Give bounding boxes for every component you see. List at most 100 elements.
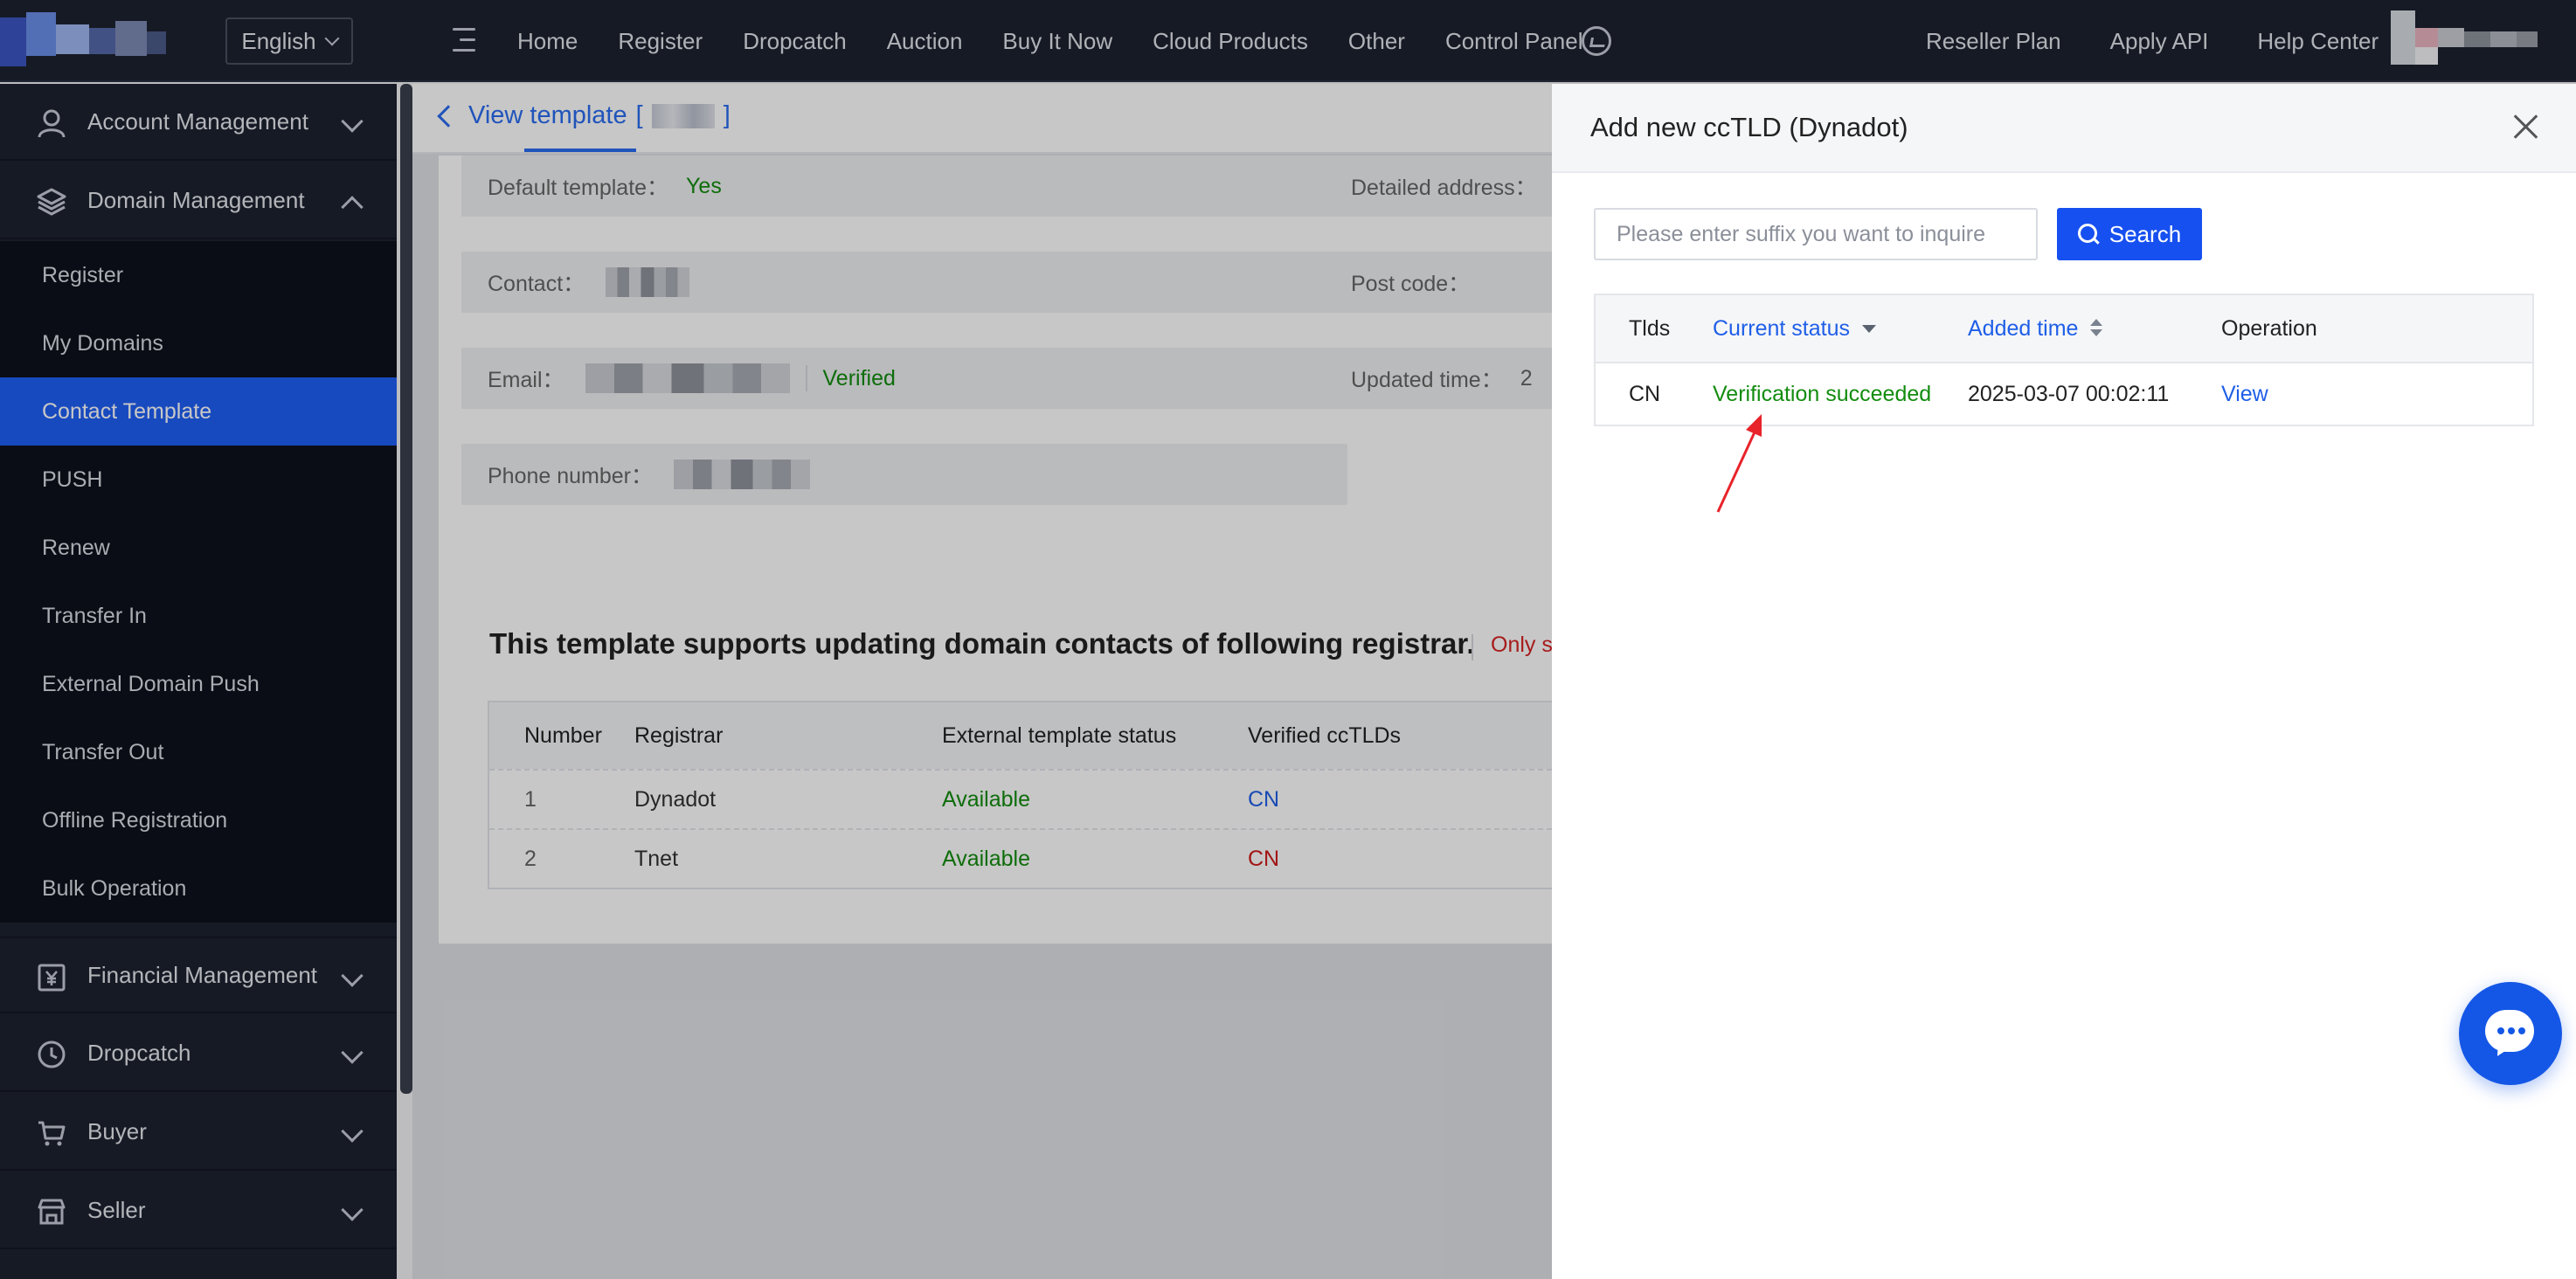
nav-cloud-products[interactable]: Cloud Products <box>1153 28 1308 55</box>
chevron-up-icon <box>341 196 364 218</box>
sidebar-scrollbar[interactable] <box>400 84 412 1094</box>
sidebar-item-account[interactable]: Account Management <box>0 84 397 161</box>
site-logo[interactable] <box>0 12 166 68</box>
close-icon[interactable] <box>2513 114 2539 140</box>
chevron-down-icon <box>341 110 364 133</box>
submenu-push[interactable]: PUSH <box>0 446 397 514</box>
registrar-support-card: This template supports updating domain c… <box>439 582 1552 944</box>
language-label: English <box>241 27 316 54</box>
view-link[interactable]: View <box>2221 363 2268 425</box>
language-select[interactable]: English <box>225 17 353 65</box>
add-cctld-drawer: Add new ccTLD (Dynadot) Search Tlds Curr… <box>1552 84 2576 1279</box>
main-nav: Home Register Dropcatch Auction Buy It N… <box>517 0 1623 82</box>
section-note: Only stat <box>1472 633 1552 660</box>
nav-other[interactable]: Other <box>1348 28 1405 55</box>
nav-buy-it-now[interactable]: Buy It Now <box>1002 28 1112 55</box>
nav-right: Reseller Plan Apply API Help Center <box>1926 0 2427 82</box>
col-tlds: Tlds <box>1629 315 1671 341</box>
sidebar-item-buyer[interactable]: Buyer <box>0 1094 397 1171</box>
sidebar-item-seller[interactable]: Seller <box>0 1172 397 1249</box>
table-header: Tlds Current status Added time Operation <box>1596 295 2532 363</box>
table-row: 2 Tnet Available CN <box>489 828 1552 888</box>
cell-number: 2 <box>524 846 537 871</box>
layers-icon <box>37 188 66 216</box>
sidebar-item-label: Domain Management <box>87 186 305 213</box>
field-default-template: Default template： Yes <box>461 156 1347 217</box>
submenu-contact-template[interactable]: Contact Template <box>0 377 397 446</box>
field-contact: Contact： <box>461 252 1347 313</box>
submenu-register[interactable]: Register <box>0 241 397 309</box>
search-button[interactable]: Search <box>2057 208 2202 260</box>
top-navbar: English Home Register Dropcatch Auction … <box>0 0 2576 82</box>
nav-home[interactable]: Home <box>517 28 578 55</box>
submenu-transfer-out[interactable]: Transfer Out <box>0 718 397 786</box>
table-header: Number Registrar External template statu… <box>489 702 1552 769</box>
field-label: Contact： <box>488 272 585 296</box>
col-current-status[interactable]: Current status <box>1713 295 1877 362</box>
domain-submenu: Register My Domains Contact Template PUS… <box>0 241 397 923</box>
cart-buyer-icon <box>38 1121 66 1146</box>
email-verified-badge: Verified <box>822 365 896 391</box>
cell-cctlds-link[interactable]: CN <box>1248 787 1279 812</box>
drawer-title: Add new ccTLD (Dynadot) <box>1590 112 1908 142</box>
field-updated-time: Updated time： 2 <box>1325 348 1552 409</box>
submenu-external-domain-push[interactable]: External Domain Push <box>0 650 397 718</box>
nav-apply-api[interactable]: Apply API <box>2110 28 2209 55</box>
section-title: This template supports updating domain c… <box>489 627 1475 660</box>
submenu-renew[interactable]: Renew <box>0 514 397 582</box>
filter-down-icon[interactable] <box>1862 324 1877 333</box>
user-avatar[interactable] <box>2391 10 2539 65</box>
cctld-table: Tlds Current status Added time Operation… <box>1594 294 2534 426</box>
template-name-redacted <box>651 103 715 128</box>
search-button-label: Search <box>2109 220 2182 247</box>
breadcrumb[interactable]: View template [] <box>437 101 731 130</box>
field-value: Yes <box>686 173 722 198</box>
annotation-arrow-icon <box>1716 414 1762 513</box>
suffix-search-input[interactable] <box>1594 208 2038 260</box>
field-phone: Phone number： <box>461 444 1347 505</box>
submenu-offline-registration[interactable]: Offline Registration <box>0 786 397 854</box>
yen-icon <box>38 964 66 992</box>
cell-tld: CN <box>1629 381 1661 406</box>
sidebar-item-domain[interactable]: Domain Management <box>0 162 397 239</box>
menu-toggle-icon[interactable] <box>453 24 482 56</box>
store-icon <box>38 1199 66 1225</box>
sidebar-item-label: Dropcatch <box>87 1039 191 1066</box>
breadcrumb-title: View template <box>468 101 627 129</box>
submenu-my-domains[interactable]: My Domains <box>0 309 397 377</box>
col-registrar: Registrar <box>634 722 724 748</box>
search-icon <box>2077 224 2099 245</box>
back-arrow-icon[interactable] <box>437 104 460 128</box>
nav-help-center[interactable]: Help Center <box>2257 28 2379 55</box>
cell-registrar: Dynadot <box>634 786 717 812</box>
cell-added-time: 2025-03-07 00:02:11 <box>1968 381 2170 406</box>
chat-icon[interactable] <box>2459 982 2562 1085</box>
nav-reseller-plan[interactable]: Reseller Plan <box>1926 28 2061 55</box>
clock-icon <box>38 1040 66 1068</box>
user-icon <box>38 109 66 138</box>
nav-auction[interactable]: Auction <box>887 28 963 55</box>
sidebar-item-dropcatch[interactable]: Dropcatch <box>0 1015 397 1092</box>
field-value: 2 <box>1520 365 1533 391</box>
col-number: Number <box>524 722 602 748</box>
template-info-card: Default template： Yes Detailed address： … <box>439 156 1552 645</box>
nav-control-panel[interactable]: Control Panel <box>1445 28 1583 55</box>
sidebar-item-financial[interactable]: Financial Management <box>0 937 397 1013</box>
field-post-code: Post code： <box>1325 252 1552 313</box>
cart-icon[interactable] <box>1582 26 1611 56</box>
nav-dropcatch[interactable]: Dropcatch <box>743 28 847 55</box>
divider <box>805 365 807 391</box>
table-row: 1 Dynadot Available CN <box>489 769 1552 828</box>
contact-redacted <box>606 267 690 297</box>
field-detailed-address: Detailed address： <box>1325 156 1552 217</box>
chevron-down-icon <box>341 1041 364 1064</box>
col-verified-cctlds: Verified ccTLDs <box>1248 722 1402 748</box>
cell-status: Available <box>942 846 1031 871</box>
registrar-table: Number Registrar External template statu… <box>488 701 1552 889</box>
submenu-transfer-in[interactable]: Transfer In <box>0 582 397 650</box>
sort-icon[interactable] <box>2090 319 2103 338</box>
nav-register[interactable]: Register <box>618 28 703 55</box>
col-added-time[interactable]: Added time <box>1968 295 2103 362</box>
cell-status: Available <box>942 786 1031 812</box>
submenu-bulk-operation[interactable]: Bulk Operation <box>0 854 397 923</box>
